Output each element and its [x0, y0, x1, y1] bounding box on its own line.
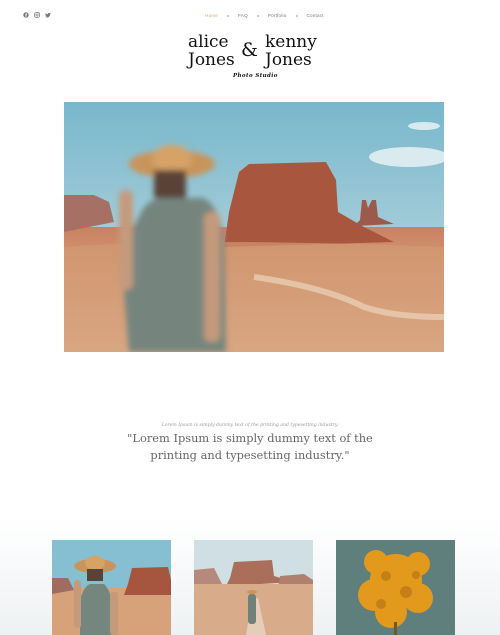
nav-separator	[256, 14, 259, 17]
logo-subtitle: Photo Studio	[233, 73, 278, 79]
logo-last-name-right: Jones	[265, 50, 312, 70]
gallery-thumbnail[interactable]	[194, 540, 313, 635]
logo-first-name-left: alice	[188, 32, 229, 52]
gallery-thumbnail[interactable]	[52, 540, 171, 635]
site-logo[interactable]: alice Jones & kenny Jones Photo Studio	[188, 33, 328, 83]
social-links	[23, 12, 51, 18]
logo-name-right: kenny Jones	[265, 33, 317, 69]
main-nav: Home FAQ Portfolio Contact	[205, 13, 324, 18]
instagram-icon[interactable]	[34, 12, 40, 18]
twitter-icon[interactable]	[45, 12, 51, 18]
nav-separator	[227, 14, 230, 17]
nav-item-contact[interactable]: Contact	[307, 13, 324, 18]
hero-image	[64, 102, 444, 352]
gallery-thumbnail[interactable]	[336, 540, 455, 635]
logo-ampersand: &	[241, 39, 258, 61]
nav-item-home[interactable]: Home	[205, 13, 218, 18]
nav-item-portfolio[interactable]: Portfolio	[268, 13, 287, 18]
facebook-icon[interactable]	[23, 12, 29, 18]
quote-text: "Lorem Ipsum is simply dummy text of the…	[127, 431, 373, 462]
logo-last-name-left: Jones	[188, 50, 235, 70]
logo-name-left: alice Jones	[188, 33, 235, 69]
top-bar: Home FAQ Portfolio Contact	[0, 0, 500, 30]
nav-separator	[295, 14, 298, 17]
logo-first-name-right: kenny	[265, 32, 317, 52]
quote-caption: Lorem Ipsum is simply dummy text of the …	[161, 423, 339, 428]
nav-item-faq[interactable]: FAQ	[238, 13, 248, 18]
